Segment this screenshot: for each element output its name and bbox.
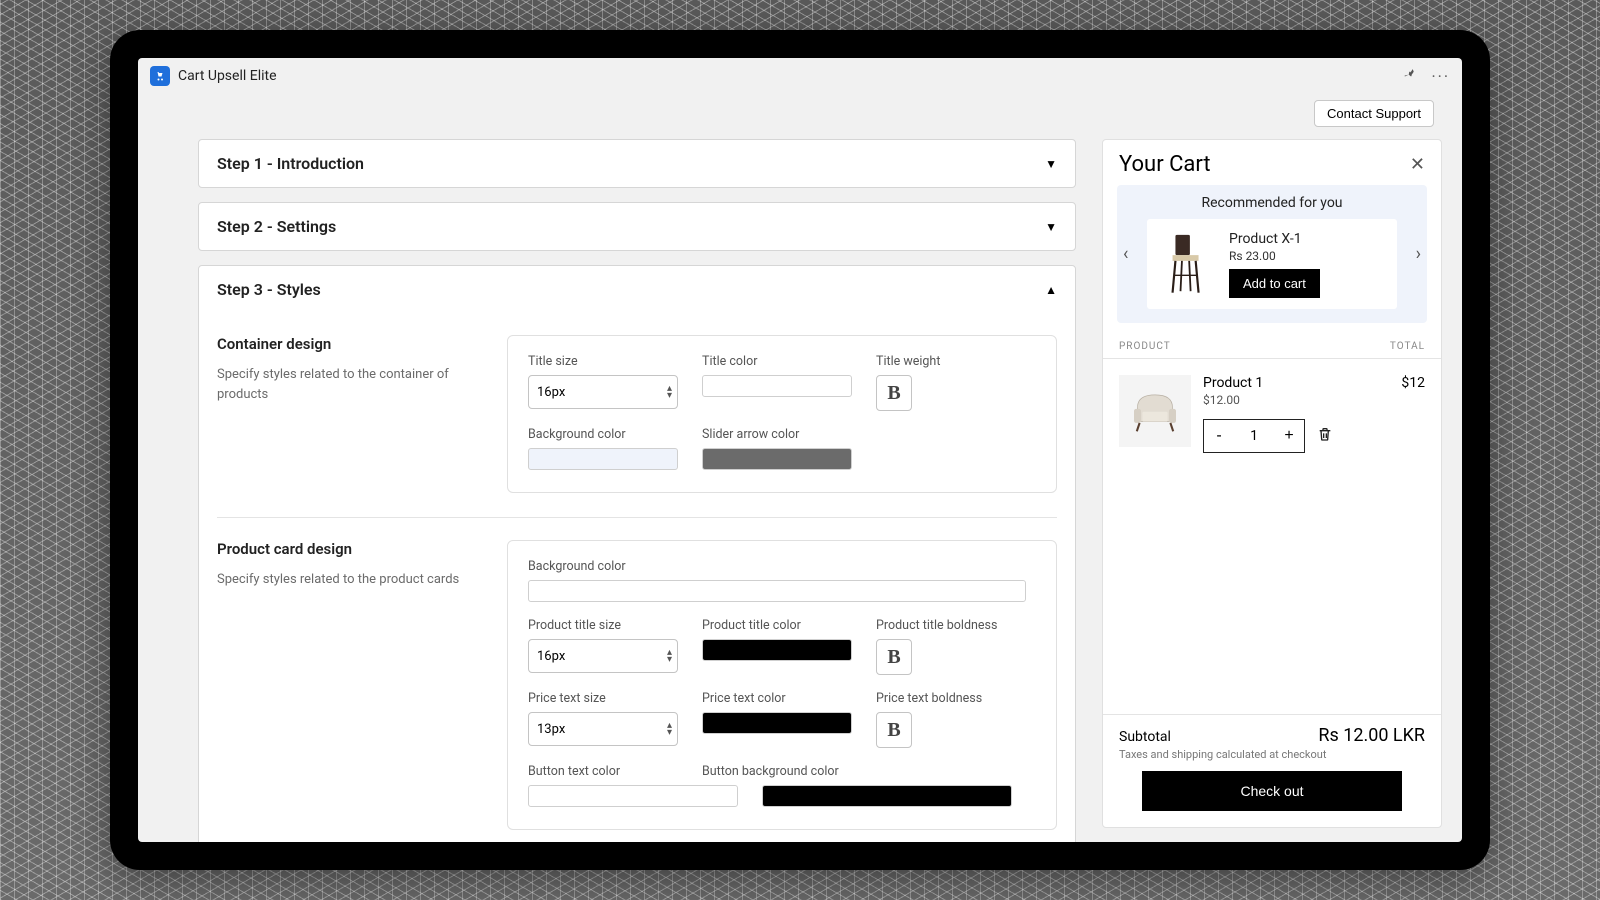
ptitle-color-swatch[interactable] [702,639,852,661]
btn-bg-color-label: Button background color [702,764,1026,779]
recommendation-box: Recommended for you ‹ › [1117,185,1427,323]
cart-col-total: TOTAL [1390,341,1425,352]
chevron-down-icon: ▼ [1045,157,1057,171]
rec-title: Recommended for you [1127,195,1417,211]
chevron-up-icon: ▲ [1045,283,1057,297]
chevron-down-icon: ▼ [1045,220,1057,234]
rec-product-price: Rs 23.00 [1229,249,1320,263]
trash-icon[interactable] [1317,425,1333,447]
container-design-title: Container design [217,335,467,353]
app-name: Cart Upsell Elite [178,68,277,84]
price-size-select[interactable]: 13px ▴▾ [528,712,678,746]
card-bg-swatch[interactable] [528,580,1026,602]
title-weight-label: Title weight [876,354,1026,369]
container-bg-swatch[interactable] [528,448,678,470]
product-image [1119,375,1191,447]
contact-support-button[interactable]: Contact Support [1314,100,1434,127]
container-design-desc: Specify styles related to the container … [217,365,467,404]
rec-product-card: Product X-1 Rs 23.00 Add to cart [1147,219,1397,309]
price-bold-label: Price text boldness [876,691,1026,706]
title-color-label: Title color [702,354,852,369]
slider-arrow-label: Slider arrow color [702,427,852,442]
close-icon[interactable]: ✕ [1410,154,1425,175]
title-size-select[interactable]: 16px ▴▾ [528,375,678,409]
title-size-label: Title size [528,354,678,369]
ptitle-size-select[interactable]: 16px ▴▾ [528,639,678,673]
line-total: $12 [1401,375,1425,453]
step2-accordion[interactable]: Step 2 - Settings ▼ [198,202,1076,251]
product-card-desc: Specify styles related to the product ca… [217,570,467,590]
product-card-design-section: Product card design Specify styles relat… [217,517,1057,830]
rec-product-image [1157,229,1217,299]
pin-icon[interactable] [1401,66,1417,86]
step2-title: Step 2 - Settings [217,217,336,236]
step1-accordion[interactable]: Step 1 - Introduction ▼ [198,139,1076,188]
ptitle-bold-button[interactable]: B [876,639,912,675]
cart-title: Your Cart [1119,152,1211,177]
quantity-stepper: - 1 + [1203,419,1305,453]
cart-panel: Your Cart ✕ Recommended for you ‹ › [1102,139,1442,828]
subtotal-label: Subtotal [1119,729,1171,745]
more-icon[interactable]: ··· [1431,67,1450,86]
app-icon [150,66,170,86]
chevron-left-icon[interactable]: ‹ [1123,244,1128,265]
ptitle-color-label: Product title color [702,618,852,633]
qty-increase-button[interactable]: + [1274,427,1304,445]
step3-accordion[interactable]: Step 3 - Styles ▲ [199,266,1075,313]
cart-line-item: Product 1 $12.00 - 1 + [1103,359,1441,469]
price-bold-button[interactable]: B [876,712,912,748]
cart-col-product: PRODUCT [1119,341,1171,352]
checkout-button[interactable]: Check out [1142,771,1402,811]
btn-bg-color-swatch[interactable] [762,785,1012,807]
slider-arrow-swatch[interactable] [702,448,852,470]
container-design-section: Container design Specify styles related … [217,313,1057,493]
price-color-label: Price text color [702,691,852,706]
subtotal-value: Rs 12.00 LKR [1318,725,1425,746]
step1-title: Step 1 - Introduction [217,154,364,173]
step3-title: Step 3 - Styles [217,280,321,299]
product-price: $12.00 [1203,393,1389,407]
bg-color-label: Background color [528,427,678,442]
rec-product-name: Product X-1 [1229,231,1320,247]
price-size-label: Price text size [528,691,678,706]
title-bold-button[interactable]: B [876,375,912,411]
product-name: Product 1 [1203,375,1389,391]
step3-panel: Step 3 - Styles ▲ Container design Speci… [198,265,1076,842]
title-color-swatch[interactable] [702,375,852,397]
card-bg-label: Background color [528,559,1026,574]
product-card-title: Product card design [217,540,467,558]
chevron-right-icon[interactable]: › [1416,244,1421,265]
tax-note: Taxes and shipping calculated at checkou… [1119,748,1425,761]
ptitle-bold-label: Product title boldness [876,618,1026,633]
config-panel: Step 1 - Introduction ▼ Step 2 - Setting… [198,133,1076,842]
price-color-swatch[interactable] [702,712,852,734]
btn-text-color-label: Button text color [528,764,678,779]
qty-decrease-button[interactable]: - [1204,427,1234,445]
add-to-cart-button[interactable]: Add to cart [1229,269,1320,298]
topbar: Cart Upsell Elite ··· [138,58,1462,94]
qty-value: 1 [1234,428,1274,444]
ptitle-size-label: Product title size [528,618,678,633]
